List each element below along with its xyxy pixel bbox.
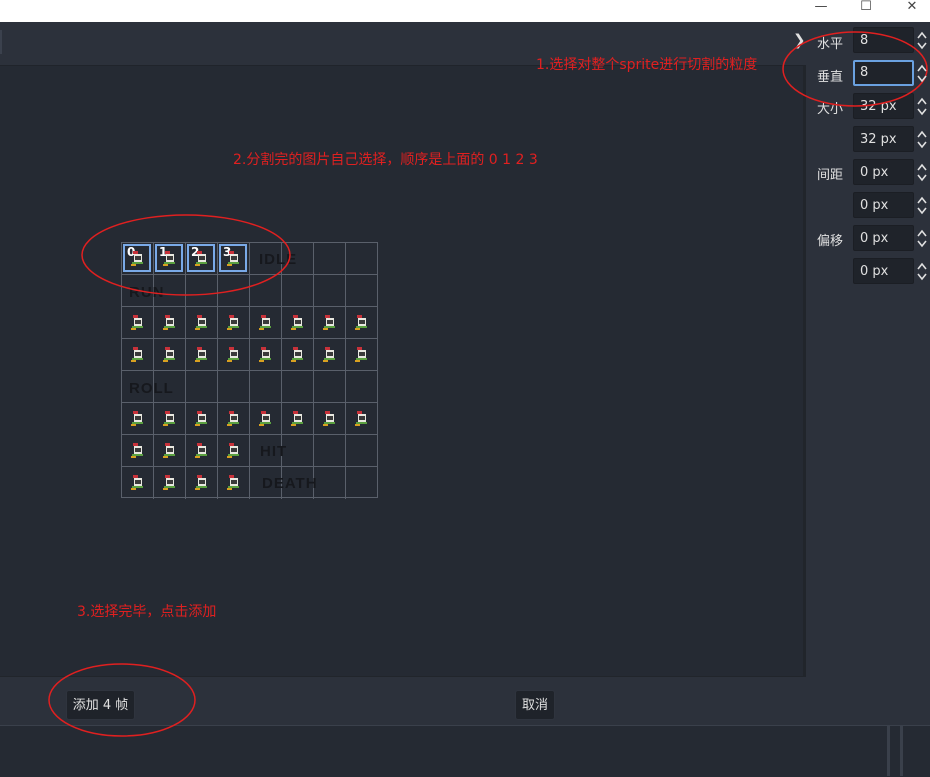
sprite-frame-icon [355,411,367,426]
sheet-label-run: RUN [129,284,165,301]
sprite-frame-icon [227,411,239,426]
sprite-frame-icon [163,315,175,330]
offset-label: 偏移 [817,234,844,249]
sprite-frame-icon [163,411,175,426]
sprite-frame-icon [227,347,239,362]
grid-cell[interactable] [346,275,378,307]
grid-cell[interactable] [314,275,346,307]
sprite-frame-icon [131,315,143,330]
grid-cell[interactable] [314,435,346,467]
sprite-frame-icon [195,411,207,426]
annotation-note-1: 1.选择对整个sprite进行切割的粒度 [536,57,758,73]
spin-arrows-icon[interactable] [916,30,928,52]
grid-cell[interactable] [186,371,218,403]
separation-x-spinbox[interactable]: 0 px [853,159,914,185]
sprite-frame-icon [323,411,335,426]
offset-y-spinbox[interactable]: 0 px [853,258,914,284]
add-frames-button[interactable]: 添加 4 帧 [66,690,135,720]
sprite-frame-icon [323,315,335,330]
cancel-button[interactable]: 取消 [515,690,555,720]
sprite-frame-icon [131,411,143,426]
sheet-label-death: DEATH [262,475,318,492]
sprite-frame-icon [195,475,207,490]
sprite-frame-icon [227,475,239,490]
sprite-frame-icon [131,475,143,490]
sprite-grid[interactable] [121,242,378,499]
grid-cell[interactable] [314,243,346,275]
spin-arrows-icon[interactable] [916,129,928,151]
sprite-frame-icon [195,443,207,458]
maximize-button[interactable]: ☐ [851,0,881,22]
grid-cell[interactable] [346,435,378,467]
grid-cell[interactable] [346,467,378,499]
grid-cell[interactable] [218,371,250,403]
separation-y-spinbox[interactable]: 0 px [853,192,914,218]
vertical-spinbox[interactable]: 8 [853,60,914,86]
sprite-frame-icon [291,347,303,362]
separation-label: 间距 [817,168,844,183]
sprite-frame-icon [195,251,207,266]
annotation-note-2: 2.分割完的图片自己选择，顺序是上面的 0 1 2 3 [233,152,538,168]
sprite-frame-icon [323,347,335,362]
annotation-note-3: 3.选择完毕，点击添加 [77,604,217,620]
sprite-frame-icon [131,347,143,362]
spin-arrows-icon[interactable] [916,228,928,250]
sprite-frame-icon [355,347,367,362]
sprite-frame-icon [163,443,175,458]
sprite-frame-icon [355,315,367,330]
horizontal-label: 水平 [817,37,844,52]
collapse-panel-icon[interactable]: ❯ [793,31,806,49]
grid-cell[interactable] [250,275,282,307]
sprite-frame-icon [163,251,175,266]
vertical-label: 垂直 [817,70,844,85]
sprite-frame-icon [195,347,207,362]
size-x-spinbox[interactable]: 32 px [853,93,914,119]
grid-cell[interactable] [186,275,218,307]
sprite-frame-icon [131,443,143,458]
sheet-label-roll: ROLL [129,380,174,397]
sprite-frame-icon [291,411,303,426]
sprite-frame-icon [227,251,239,266]
sprite-frame-icon [163,475,175,490]
grid-cell[interactable] [346,371,378,403]
toolbar-edge [0,30,2,54]
offset-x-spinbox[interactable]: 0 px [853,225,914,251]
dialog-footer [0,677,930,725]
close-button[interactable]: ✕ [897,0,927,22]
sprite-frame-icon [259,347,271,362]
grid-cell[interactable] [218,275,250,307]
panel-splitter[interactable] [887,726,890,776]
sprite-frame-icon [131,251,143,266]
spin-arrows-icon[interactable] [916,195,928,217]
sprite-frame-icon [163,347,175,362]
sheet-label-hit: HIT [260,443,288,460]
horizontal-spinbox[interactable]: 8 [853,27,914,53]
size-y-spinbox[interactable]: 32 px [853,126,914,152]
sprite-frame-icon [259,315,271,330]
grid-cell[interactable] [282,275,314,307]
sprite-frame-icon [227,443,239,458]
panel-splitter-2[interactable] [900,726,903,776]
spin-arrows-icon[interactable] [916,63,928,85]
sprite-frame-icon [227,315,239,330]
sprite-frame-icon [291,315,303,330]
window-titlebar: — ☐ ✕ [0,0,930,22]
sprite-frame-icon [195,315,207,330]
size-label: 大小 [817,102,844,117]
grid-cell[interactable] [346,243,378,275]
spin-arrows-icon[interactable] [916,261,928,283]
sheet-label-idle: IDLE [259,251,298,268]
slice-settings-panel [806,22,930,677]
sprite-frame-icon [259,411,271,426]
minimize-button[interactable]: — [806,0,836,22]
spin-arrows-icon[interactable] [916,96,928,118]
editor-bottom-panel [0,725,930,777]
grid-cell[interactable] [282,371,314,403]
grid-cell[interactable] [314,467,346,499]
grid-cell[interactable] [314,371,346,403]
spin-arrows-icon[interactable] [916,162,928,184]
grid-cell[interactable] [250,371,282,403]
